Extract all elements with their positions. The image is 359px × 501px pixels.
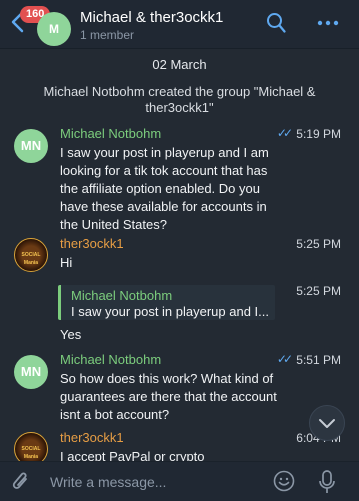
message-text: I saw your post in playerup and I am loo…: [60, 145, 269, 232]
more-horizontal-icon[interactable]: [317, 19, 339, 27]
service-message: Michael Notbohm created the group "Micha…: [43, 84, 316, 115]
search-icon[interactable]: [266, 12, 286, 34]
chat-header: 160 M Michael & ther3ockk1 1 member: [0, 0, 359, 49]
avatar[interactable]: SOCIAL Mania: [14, 432, 48, 461]
chat-title[interactable]: Michael & ther3ockk1: [80, 9, 223, 26]
paperclip-icon[interactable]: [12, 470, 30, 494]
message-item[interactable]: MN Michael Notbohm ✓✓ 5:19 PM I saw your…: [0, 126, 359, 232]
message-time: 5:25 PM: [296, 284, 341, 298]
sticker-icon[interactable]: [273, 470, 295, 492]
message-text: Hi: [60, 255, 73, 270]
message-sender[interactable]: Michael Notbohm: [60, 126, 161, 141]
avatar[interactable]: SOCIAL Mania: [14, 238, 48, 272]
message-time: 5:25 PM: [296, 237, 341, 251]
message-text: So how does this work? What kind of guar…: [60, 371, 277, 422]
group-avatar[interactable]: M: [37, 12, 71, 46]
reply-text: I saw your post in playerup and I...: [71, 304, 269, 319]
reply-quote[interactable]: Michael Notbohm I saw your post in playe…: [58, 285, 275, 320]
message-time: 5:51 PM: [296, 353, 341, 367]
member-count: 1 member: [80, 28, 135, 42]
double-check-icon: ✓✓: [276, 126, 293, 140]
reply-sender: Michael Notbohm: [71, 288, 173, 303]
message-text: I accept PayPal or crypto: [60, 449, 205, 461]
double-check-icon: ✓✓: [276, 352, 293, 366]
avatar[interactable]: MN: [14, 129, 48, 163]
avatar[interactable]: MN: [14, 355, 48, 389]
message-item[interactable]: SOCIAL Mania ther3ockk1 6:04 PM I accept…: [0, 430, 359, 461]
composer: [0, 461, 359, 501]
message-time: 5:19 PM: [296, 127, 341, 141]
message-sender[interactable]: ther3ockk1: [60, 430, 124, 445]
message-sender[interactable]: Michael Notbohm: [60, 352, 161, 367]
message-item[interactable]: MN Michael Notbohm ✓✓ 5:51 PM So how doe…: [0, 352, 359, 432]
message-input[interactable]: [48, 469, 252, 495]
chevron-down-icon: [319, 419, 335, 428]
message-text: Yes: [60, 327, 82, 342]
scroll-to-bottom-button[interactable]: [309, 405, 345, 441]
date-separator: 02 March: [152, 57, 207, 72]
message-item[interactable]: SOCIAL Mania ther3ockk1 5:25 PM Hi: [0, 236, 359, 276]
message-sender[interactable]: ther3ockk1: [60, 236, 124, 251]
message-item[interactable]: Michael Notbohm I saw your post in playe…: [0, 281, 359, 343]
microphone-icon[interactable]: [318, 469, 336, 495]
message-list[interactable]: 02 March Michael Notbohm created the gro…: [0, 49, 359, 461]
